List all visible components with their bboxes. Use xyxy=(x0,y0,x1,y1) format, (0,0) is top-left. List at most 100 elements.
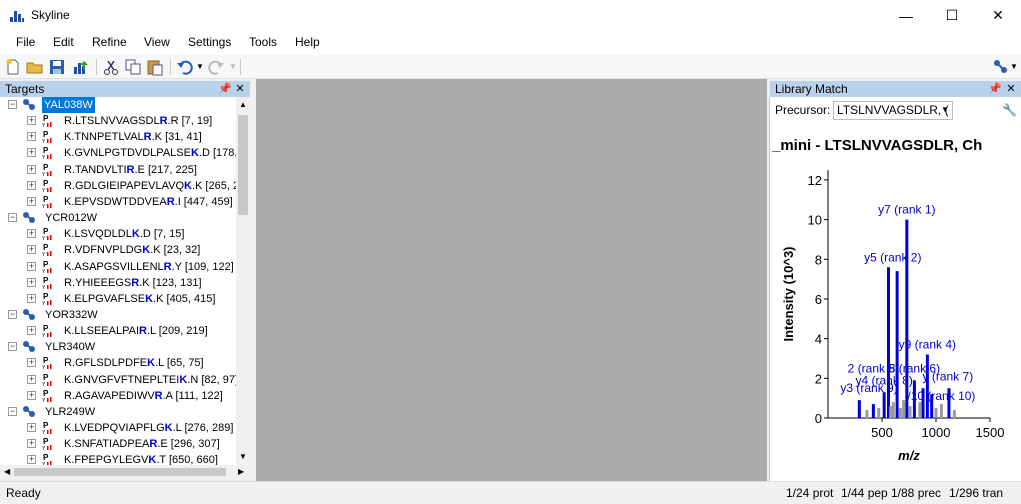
svg-text:P: P xyxy=(43,114,49,123)
vertical-scrollbar[interactable]: ▲ ▼ xyxy=(236,97,250,465)
precursor-dropdown-icon[interactable]: ▼ xyxy=(941,105,949,114)
svg-text:Y: Y xyxy=(42,139,46,144)
peptide-row[interactable]: + P Y K.ELPGVAFLSEK.K [405, 415] xyxy=(0,291,236,307)
scroll-right-icon[interactable]: ▶ xyxy=(238,467,244,476)
peptide-row[interactable]: + P Y R.GFLSDLPDFEK.L [65, 75] xyxy=(0,355,236,371)
protein-row[interactable]: − YLR249W xyxy=(0,404,236,420)
cut-icon[interactable] xyxy=(102,58,120,76)
peptide-row[interactable]: + P Y K.EPVSDWTDDVEAR.I [447, 459] xyxy=(0,194,236,210)
close-pane-icon[interactable]: ✕ xyxy=(1005,82,1017,96)
collapse-icon[interactable]: − xyxy=(8,213,17,223)
menu-edit[interactable]: Edit xyxy=(53,35,74,49)
peptide-row[interactable]: + P Y K.LVEDPQVIAPFLGK.L [276, 289] xyxy=(0,420,236,436)
expand-icon[interactable]: + xyxy=(27,245,36,255)
expand-icon[interactable]: + xyxy=(27,390,36,400)
menu-settings[interactable]: Settings xyxy=(188,35,231,49)
undo-dropdown-icon[interactable]: ▼ xyxy=(196,62,204,71)
peptide-row[interactable]: + P Y R.GDLGIEIPAPEVLAVQK.K [265, 2 xyxy=(0,178,236,194)
y-tick-label: 8 xyxy=(815,252,822,267)
expand-icon[interactable]: + xyxy=(27,423,36,432)
expand-icon[interactable]: + xyxy=(27,196,36,206)
minimize-button[interactable]: — xyxy=(883,0,929,31)
peptide-row[interactable]: + P Y K.TNNPETLVALR.K [31, 41] xyxy=(0,129,236,145)
protein-row[interactable]: − YCR012W xyxy=(0,210,236,226)
peptide-row[interactable]: + P Y K.LSVQDLDLK.D [7, 15] xyxy=(0,226,236,242)
peptide-row[interactable]: + P Y R.VDFNVPLDGK.K [23, 32] xyxy=(0,242,236,258)
spectrum-chart[interactable]: _mini - LTSLNVVAGSDLR, Ch 0 2 4 6 8 10 12 500 100… xyxy=(770,125,1021,475)
expand-icon[interactable]: + xyxy=(27,455,36,465)
skyline-network-icon[interactable] xyxy=(992,58,1010,76)
menu-view[interactable]: View xyxy=(144,35,170,49)
collapse-icon[interactable]: − xyxy=(8,100,17,109)
expand-icon[interactable]: + xyxy=(27,293,36,303)
expand-icon[interactable]: + xyxy=(27,358,36,368)
publish-icon[interactable] xyxy=(72,58,90,76)
collapse-icon[interactable]: − xyxy=(8,342,17,352)
expand-icon[interactable]: + xyxy=(27,148,36,158)
network-dropdown-icon[interactable]: ▼ xyxy=(1010,62,1018,71)
protein-name: YLR340W xyxy=(45,341,96,354)
expand-icon[interactable]: + xyxy=(27,277,36,287)
peptide-row[interactable]: + P Y R.YHIEEEGSR.K [123, 131] xyxy=(0,275,236,291)
protein-row[interactable]: − YOR332W xyxy=(0,307,236,323)
scroll-left-icon[interactable]: ◀ xyxy=(4,467,10,476)
expand-icon[interactable]: + xyxy=(27,164,36,174)
pin-icon[interactable]: 📌 xyxy=(218,82,232,96)
collapse-icon[interactable]: − xyxy=(8,406,17,416)
menu-file[interactable]: File xyxy=(16,35,35,49)
precursor-label: Precursor: xyxy=(775,103,831,117)
close-pane-icon[interactable]: ✕ xyxy=(234,82,246,96)
peptide-row[interactable]: + PY K.FPEPGYLEGVK.T [650, 660] xyxy=(0,452,236,465)
precursor-select[interactable]: LTSLNVVAGSDLR, ( xyxy=(833,101,953,120)
expand-icon[interactable]: + xyxy=(27,326,36,336)
expand-icon[interactable]: + xyxy=(27,374,36,384)
protein-icon xyxy=(23,99,35,110)
menu-help[interactable]: Help xyxy=(295,35,320,49)
protein-row[interactable]: − YAL038W xyxy=(0,97,236,113)
peptide-row[interactable]: + P Y R.LTSLNVVAGSDLR.R [7, 19] xyxy=(0,113,236,129)
new-document-icon[interactable] xyxy=(4,58,22,76)
expand-icon[interactable]: + xyxy=(27,439,36,449)
expand-icon[interactable]: + xyxy=(27,229,36,239)
svg-text:Y: Y xyxy=(42,172,46,177)
maximize-button[interactable]: ☐ xyxy=(929,0,975,31)
peptide-row[interactable]: + P Y K.GVNLPGTDVDLPALSEK.D [178, xyxy=(0,145,236,161)
copy-icon[interactable] xyxy=(124,58,142,76)
pin-icon[interactable]: 📌 xyxy=(988,82,1002,96)
targets-tree[interactable]: − YAL038W + P Y R.LTSLNVVAGSDLR.R [7, 19] + P Y K… xyxy=(0,97,236,465)
redo-dropdown-icon[interactable]: ▼ xyxy=(229,62,237,71)
peptide-row[interactable]: + P Y K.SNFATIADPEAR.E [296, 307] xyxy=(0,436,236,452)
menu-tools[interactable]: Tools xyxy=(249,35,277,49)
save-icon[interactable] xyxy=(48,58,66,76)
peptide-row[interactable]: + P Y K.ASAPGSVILLENLR.Y [109, 122] xyxy=(0,259,236,275)
wrench-icon[interactable]: 🔧 xyxy=(1002,103,1017,117)
scroll-down-icon[interactable]: ▼ xyxy=(239,452,247,461)
scroll-thumb[interactable] xyxy=(238,115,248,215)
open-folder-icon[interactable] xyxy=(26,58,44,76)
undo-icon[interactable] xyxy=(176,58,194,76)
peptide-row[interactable]: + P Y K.LLSEEALPAIR.L [209, 219] xyxy=(0,323,236,339)
peak-annotation: y3 (rank 9) xyxy=(840,381,897,395)
collapse-icon[interactable]: − xyxy=(8,309,17,319)
expand-icon[interactable]: + xyxy=(27,116,36,126)
protein-row[interactable]: − YLR340W xyxy=(0,339,236,355)
expand-icon[interactable]: + xyxy=(27,132,36,142)
peptide-icon: PY xyxy=(42,356,52,370)
peptide-row[interactable]: + P Y R.TANDVLTIR.E [217, 225] xyxy=(0,162,236,178)
peptide-row[interactable]: + P Y R.AGAVAPEDIWVR.A [111, 122] xyxy=(0,388,236,404)
scroll-up-icon[interactable]: ▲ xyxy=(239,100,247,109)
expand-icon[interactable]: + xyxy=(27,261,36,271)
horizontal-scrollbar[interactable]: ◀ ▶ xyxy=(0,465,250,479)
expand-icon[interactable]: + xyxy=(27,180,36,190)
status-precursor-count: 1/88 prec xyxy=(891,486,942,500)
svg-text:Y: Y xyxy=(42,285,46,290)
menu-refine[interactable]: Refine xyxy=(92,35,127,49)
peptide-label: K.LLSEEALPAIR.L [209, 219] xyxy=(64,325,208,338)
redo-icon[interactable] xyxy=(207,58,225,76)
paste-icon[interactable] xyxy=(146,58,164,76)
peptide-row[interactable]: + P Y K.GNVGFVFTNEPLTEIK.N [82, 97] xyxy=(0,372,236,388)
svg-text:P: P xyxy=(43,437,49,446)
close-button[interactable]: ✕ xyxy=(975,0,1021,31)
targets-pane-title: Targets xyxy=(0,81,250,97)
scroll-h-thumb[interactable] xyxy=(14,468,226,476)
